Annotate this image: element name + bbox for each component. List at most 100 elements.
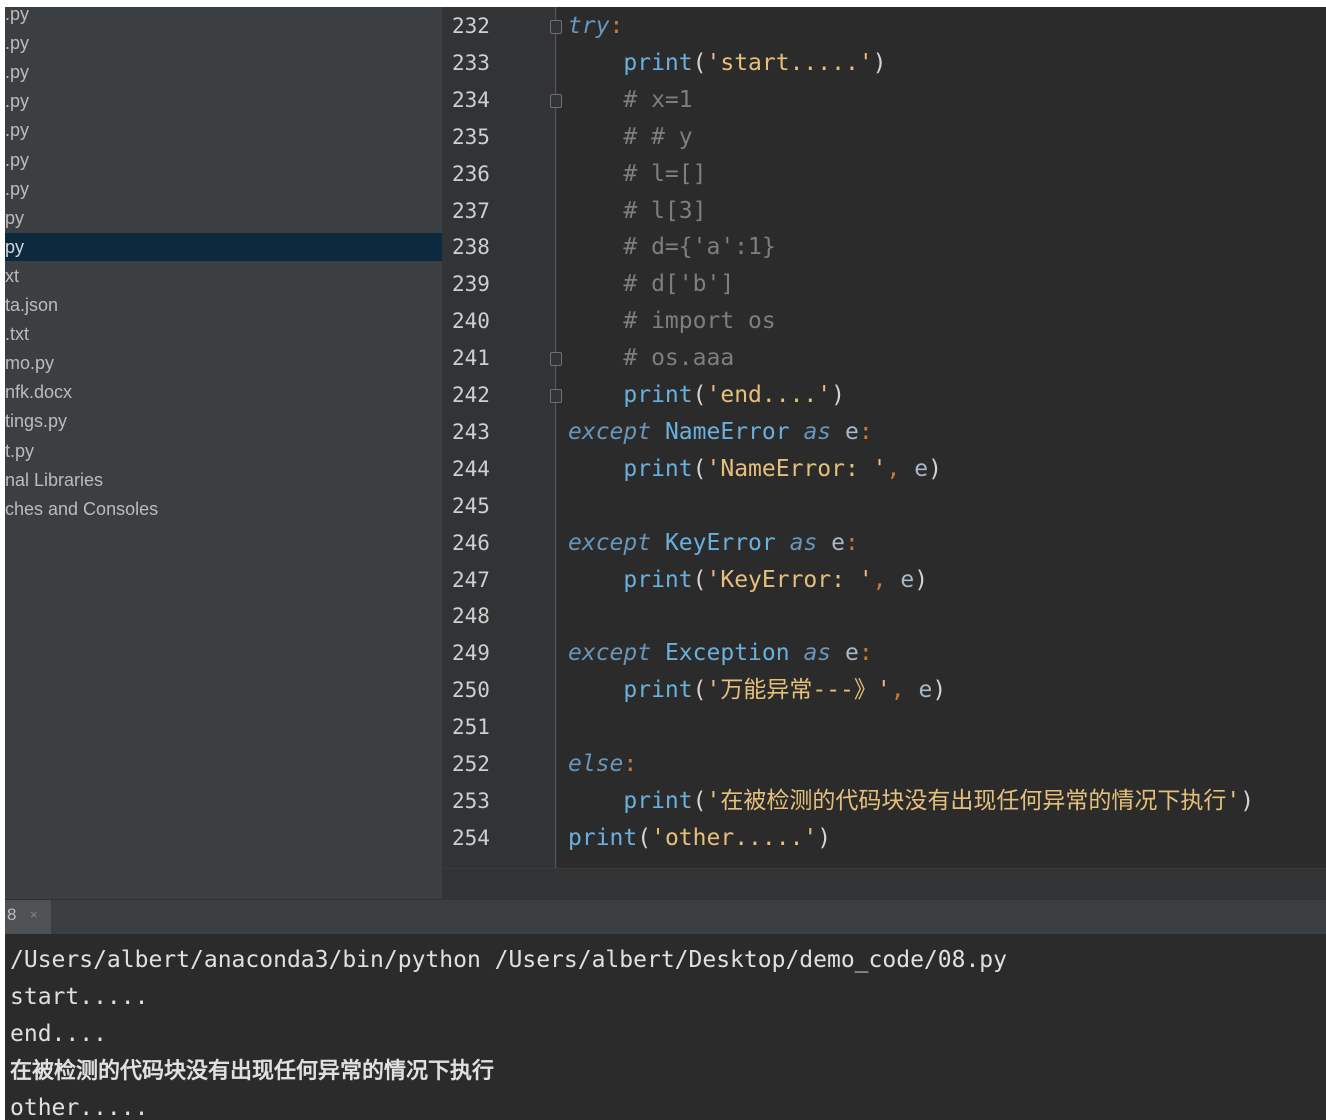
code-token: e xyxy=(817,529,845,556)
code-token: ) xyxy=(831,382,845,408)
code-token: e xyxy=(886,566,915,593)
code-token: print xyxy=(568,824,638,851)
tree-item[interactable]: mo.py xyxy=(5,349,442,377)
editor-horizontal-scrollbar[interactable] xyxy=(442,868,1326,899)
tree-item[interactable]: tings.py xyxy=(5,407,442,435)
line-number: 240 xyxy=(452,309,490,334)
run-tab[interactable]: 8 × xyxy=(5,900,51,934)
line-number: 239 xyxy=(452,272,490,297)
code-token: ) xyxy=(1240,787,1255,814)
code-line[interactable]: except Exception as e: xyxy=(568,635,873,672)
code-line[interactable]: print('start.....') xyxy=(568,45,887,82)
tree-item[interactable]: .py xyxy=(5,29,442,57)
line-number: 235 xyxy=(452,124,490,149)
run-tab-label: 8 xyxy=(7,905,17,924)
fold-marker-icon[interactable] xyxy=(550,389,562,403)
code-line[interactable]: # # y xyxy=(568,119,693,156)
code-token: # # y xyxy=(623,123,693,150)
code-line[interactable]: print('在被检测的代码块没有出现任何异常的情况下执行') xyxy=(568,783,1254,820)
tree-item[interactable]: .py xyxy=(5,175,442,203)
code-line[interactable]: # import os xyxy=(568,303,776,340)
code-line[interactable]: print('万能异常---》', e) xyxy=(568,672,946,709)
tree-item[interactable]: py xyxy=(5,204,442,232)
code-line[interactable]: # x=1 xyxy=(568,82,692,119)
code-token: ( xyxy=(692,382,707,408)
line-number: 248 xyxy=(452,604,490,629)
tree-item[interactable]: .py xyxy=(5,58,442,86)
code-line[interactable]: print('KeyError: ', e) xyxy=(568,562,928,599)
gutter-divider xyxy=(555,7,556,871)
code-line[interactable]: # d={'a':1} xyxy=(568,229,775,266)
run-console[interactable]: /Users/albert/anaconda3/bin/python /User… xyxy=(5,934,1326,1120)
code-line[interactable]: # l=[] xyxy=(568,156,706,193)
code-token: '万能异常---》' xyxy=(706,677,891,704)
tree-item[interactable]: .py xyxy=(5,146,442,174)
code-token: # os.aaa xyxy=(623,345,735,372)
code-line[interactable]: except NameError as e: xyxy=(568,414,873,451)
tree-item[interactable]: nal Libraries xyxy=(5,466,442,494)
code-line[interactable]: print('NameError: ', e) xyxy=(568,451,942,488)
tree-item[interactable]: .txt xyxy=(5,320,442,348)
code-token: ) xyxy=(872,49,887,76)
code-token: ( xyxy=(692,566,707,593)
code-token: : xyxy=(858,418,873,445)
code-token: , xyxy=(886,455,901,482)
code-line[interactable]: try: xyxy=(568,8,623,45)
code-line[interactable]: print('other.....') xyxy=(568,820,831,857)
tree-item[interactable]: nfk.docx xyxy=(5,378,442,406)
line-number: 251 xyxy=(452,715,490,740)
fold-marker-icon[interactable] xyxy=(550,20,562,34)
tree-item[interactable]: t.py xyxy=(5,437,442,465)
fold-marker-icon[interactable] xyxy=(550,93,562,108)
tree-item[interactable]: py xyxy=(5,232,442,261)
line-number: 245 xyxy=(452,493,490,518)
line-number: 238 xyxy=(452,235,490,260)
code-line[interactable]: # l[3] xyxy=(568,193,706,230)
code-token: print xyxy=(623,455,693,482)
code-line[interactable]: # d['b'] xyxy=(568,266,734,303)
console-output-line: 在被检测的代码块没有出现任何异常的情况下执行 xyxy=(10,1058,495,1084)
tree-item[interactable]: .py xyxy=(5,7,442,28)
code-token: : xyxy=(609,13,624,39)
code-token: ) xyxy=(928,455,942,482)
code-line[interactable]: print('end....') xyxy=(568,377,845,414)
tree-item[interactable]: ches and Consoles xyxy=(5,495,442,523)
code-token: : xyxy=(858,640,873,667)
code-line[interactable]: except KeyError as e: xyxy=(568,525,859,562)
code-token: , xyxy=(872,566,887,593)
code-token: 'KeyError: ' xyxy=(706,566,873,593)
code-token: e xyxy=(900,455,929,482)
code-token: : xyxy=(845,529,859,556)
code-token: # import os xyxy=(623,308,776,335)
tree-item[interactable]: xt xyxy=(5,262,442,290)
code-token: except xyxy=(568,529,652,556)
code-line[interactable]: # os.aaa xyxy=(568,340,734,377)
tree-item[interactable]: .py xyxy=(5,87,442,115)
tree-item[interactable]: .py xyxy=(5,116,442,144)
code-token: ( xyxy=(692,677,707,704)
code-token: ) xyxy=(817,824,832,851)
code-token: ( xyxy=(692,49,707,76)
fold-marker-icon[interactable] xyxy=(550,352,562,367)
tree-item[interactable]: ta.json xyxy=(5,291,442,319)
line-number: 254 xyxy=(452,825,490,850)
line-number: 237 xyxy=(452,198,490,223)
code-token: print xyxy=(623,49,693,76)
code-line[interactable]: else: xyxy=(568,746,637,783)
console-output-line: end.... xyxy=(10,1020,107,1047)
close-icon[interactable]: × xyxy=(30,900,38,930)
line-number: 234 xyxy=(452,87,490,112)
code-token: , xyxy=(890,677,905,704)
code-token: # d['b'] xyxy=(623,271,735,298)
code-editor[interactable]: 232 try: 233 print('start.....') 234 # x=1 2… xyxy=(442,7,1326,899)
code-token: KeyError xyxy=(664,529,776,556)
